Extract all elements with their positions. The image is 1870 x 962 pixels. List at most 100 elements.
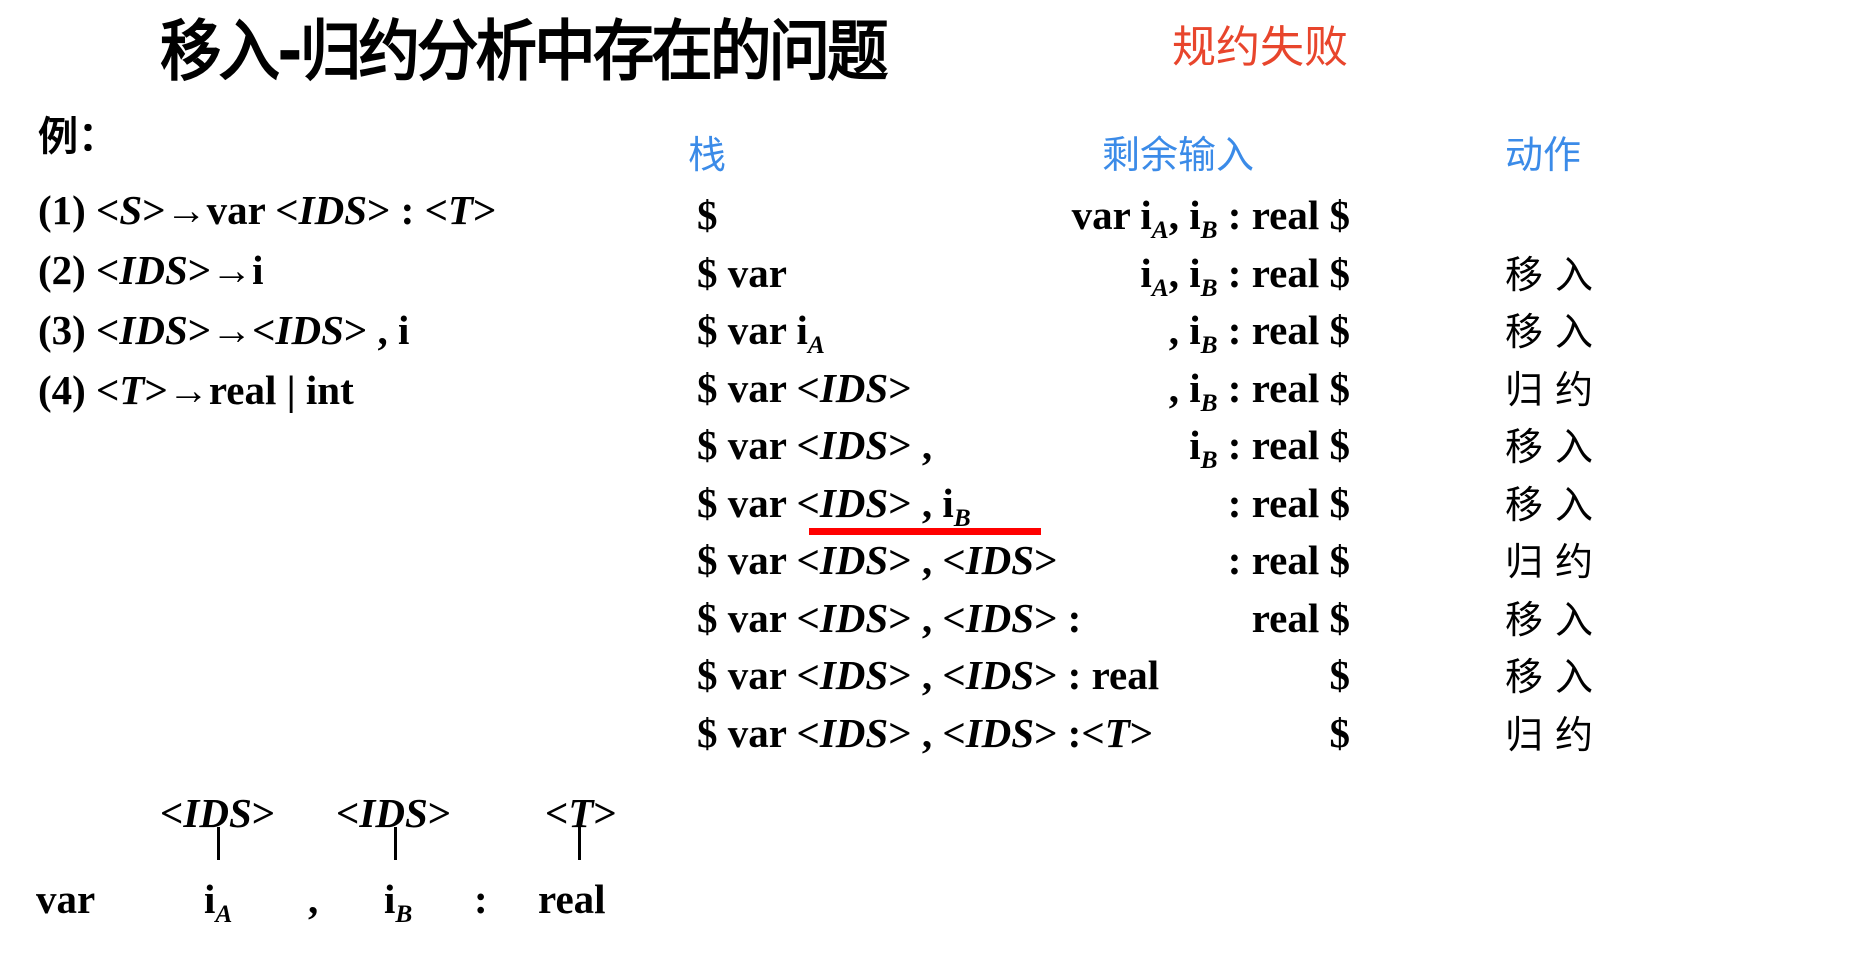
tree-edge	[578, 827, 581, 860]
action-cell: 归约	[1505, 367, 1606, 412]
tree-leaf-node: iA	[204, 874, 232, 927]
action-cell: 归约	[1505, 540, 1606, 584]
text-segment: $ var <	[697, 364, 820, 411]
text-segment: > , i	[888, 479, 954, 526]
text-segment: > , <	[888, 709, 966, 756]
italic-symbol: IDS	[819, 652, 889, 698]
text-segment: >	[1129, 709, 1154, 756]
text-segment: : real $	[1217, 422, 1350, 468]
text-segment: > :	[1034, 594, 1082, 641]
production-2: (2) <IDS>→i	[38, 245, 264, 295]
italic-symbol: IDS	[119, 247, 188, 293]
text-segment: <	[336, 790, 360, 836]
handle-underline	[809, 528, 1041, 535]
action-cell: 移入	[1505, 597, 1606, 642]
subscript: B	[395, 899, 413, 928]
text-segment: (3) <	[38, 307, 120, 353]
remaining-input-cell: var iA, iB : real $	[1071, 190, 1350, 243]
text-segment: >	[593, 790, 617, 836]
production-3: (3) <IDS>→<IDS> , i	[38, 305, 409, 355]
tree-edge	[217, 827, 220, 860]
text-segment: (1) <	[38, 187, 120, 233]
italic-symbol: IDS	[819, 594, 889, 641]
remaining-input-cell: , iB : real $	[1168, 363, 1350, 417]
italic-symbol: IDS	[965, 652, 1035, 698]
text-segment: : real $	[1217, 192, 1350, 238]
remaining-input-cell: real $	[1252, 593, 1350, 643]
subscript: A	[1151, 273, 1169, 302]
stack-cell: $ var iA	[697, 305, 825, 358]
text-segment: , i	[1168, 249, 1201, 296]
italic-symbol: T	[447, 187, 473, 233]
text-segment: real $	[1251, 594, 1350, 641]
text-segment: i	[204, 876, 216, 922]
text-segment: >→i	[187, 247, 264, 293]
text-segment: >	[427, 790, 452, 836]
italic-symbol: IDS	[965, 709, 1035, 756]
subscript: B	[1200, 388, 1218, 417]
text-segment: >	[888, 364, 912, 411]
action-cell: 移入	[1505, 482, 1606, 527]
subscript: B	[1200, 215, 1218, 244]
text-segment: > , i	[343, 307, 410, 353]
remaining-input-cell: : real $	[1228, 478, 1350, 528]
tree-leaf-node: ,	[308, 874, 318, 924]
stack-cell: $ var <IDS> , <IDS>	[697, 535, 1057, 585]
text-segment: :	[474, 876, 488, 922]
header-remaining-input: 剩余输入	[1102, 133, 1255, 177]
tree-leaf-node: real	[538, 874, 606, 924]
text-segment: $ var <	[697, 709, 820, 756]
italic-symbol: T	[119, 367, 145, 413]
text-segment: : real $	[1227, 479, 1350, 526]
stack-cell: $ var <IDS> , iB	[697, 478, 971, 531]
text-segment: : real $	[1217, 307, 1350, 353]
remaining-input-cell: iB : real $	[1189, 420, 1350, 473]
text-segment: i	[384, 876, 396, 922]
slide-title: 移入-归约分析中存在的问题	[160, 13, 889, 90]
italic-symbol: IDS	[965, 537, 1035, 583]
stack-cell: $ var <IDS>	[697, 363, 912, 413]
text-segment: real	[538, 876, 606, 922]
remaining-input-cell: $	[1330, 650, 1351, 700]
italic-symbol: IDS	[119, 307, 188, 353]
subscript: A	[1151, 215, 1169, 244]
subscript: B	[1200, 273, 1218, 302]
subscript: A	[807, 330, 825, 359]
italic-symbol: IDS	[275, 307, 344, 353]
text-segment: > :<	[1034, 709, 1105, 756]
text-segment: i	[1140, 249, 1152, 296]
text-segment: , i	[1168, 307, 1201, 353]
text-segment: >→real | int	[144, 367, 354, 413]
reduction-failure-tag: 规约失败	[1172, 22, 1348, 73]
italic-symbol: IDS	[819, 479, 889, 526]
italic-symbol: S	[119, 187, 143, 233]
tree-leaf-node: var	[36, 874, 95, 924]
text-segment: >	[472, 187, 497, 233]
text-segment: , i	[1168, 364, 1201, 411]
action-cell: 移入	[1505, 655, 1606, 699]
stack-cell: $	[697, 190, 718, 240]
italic-symbol: IDS	[819, 709, 889, 756]
remaining-input-cell: $	[1330, 708, 1351, 758]
text-segment: var	[36, 876, 96, 922]
text-segment: > , <	[888, 652, 966, 698]
remaining-input-cell: : real $	[1228, 535, 1350, 585]
text-segment: <	[160, 790, 184, 836]
stack-cell: $ var	[697, 248, 787, 298]
remaining-input-cell: iA, iB : real $	[1140, 248, 1350, 302]
action-cell: 移入	[1505, 425, 1606, 469]
stack-cell: $ var <IDS> , <IDS> :	[697, 593, 1081, 643]
subscript: B	[1200, 330, 1218, 359]
text-segment: ,	[308, 876, 319, 922]
text-segment: >→var <	[142, 187, 299, 233]
example-label: 例：	[38, 114, 118, 159]
text-segment: >	[251, 790, 276, 836]
text-segment: : real $	[1227, 537, 1350, 583]
stack-cell: $ var <IDS> , <IDS> : real	[697, 650, 1159, 700]
text-segment: i	[1189, 422, 1201, 468]
text-segment: : real $	[1217, 364, 1350, 411]
tree-leaf-node: :	[474, 874, 488, 924]
text-segment: var i	[1071, 192, 1152, 238]
text-segment: $	[697, 192, 718, 238]
italic-symbol: IDS	[819, 422, 889, 468]
